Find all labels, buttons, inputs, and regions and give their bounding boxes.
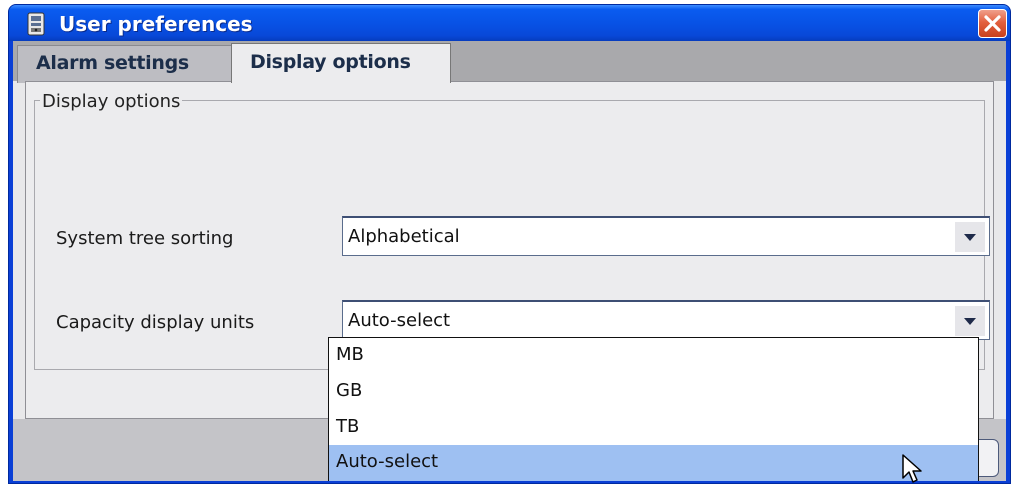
preferences-app-icon	[27, 12, 45, 36]
capacity-combobox[interactable]: Auto-select	[342, 300, 990, 340]
tab-strip: Alarm settings Display options	[13, 41, 1006, 83]
close-button[interactable]	[978, 9, 1007, 38]
group-legend: Display options	[40, 91, 183, 112]
capacity-dropdown-button[interactable]	[955, 306, 985, 336]
dropdown-option-tb[interactable]: TB	[329, 410, 978, 446]
tab-alarm-settings-label: Alarm settings	[36, 52, 189, 74]
mouse-pointer-icon	[902, 454, 922, 483]
capacity-dropdown-list: MB GB TB Auto-select	[328, 337, 979, 481]
window-title: User preferences	[59, 12, 253, 36]
tab-display-options-label: Display options	[250, 51, 411, 73]
capacity-label: Capacity display units	[56, 312, 255, 333]
tab-display-options[interactable]: Display options	[231, 43, 451, 83]
title-bar[interactable]: User preferences	[9, 5, 1010, 41]
sorting-dropdown-button[interactable]	[955, 222, 985, 252]
sorting-label: System tree sorting	[56, 228, 234, 249]
close-x-icon	[984, 15, 1001, 32]
dropdown-option-auto-select[interactable]: Auto-select	[329, 445, 978, 481]
dropdown-option-mb[interactable]: MB	[329, 338, 978, 374]
chevron-down-icon	[964, 317, 976, 325]
dropdown-option-gb[interactable]: GB	[329, 374, 978, 410]
capacity-value: Auto-select	[348, 310, 451, 331]
sorting-value: Alphabetical	[348, 226, 460, 247]
chevron-down-icon	[964, 233, 976, 241]
sorting-combobox[interactable]: Alphabetical	[342, 216, 990, 256]
tab-alarm-settings[interactable]: Alarm settings	[17, 45, 233, 83]
